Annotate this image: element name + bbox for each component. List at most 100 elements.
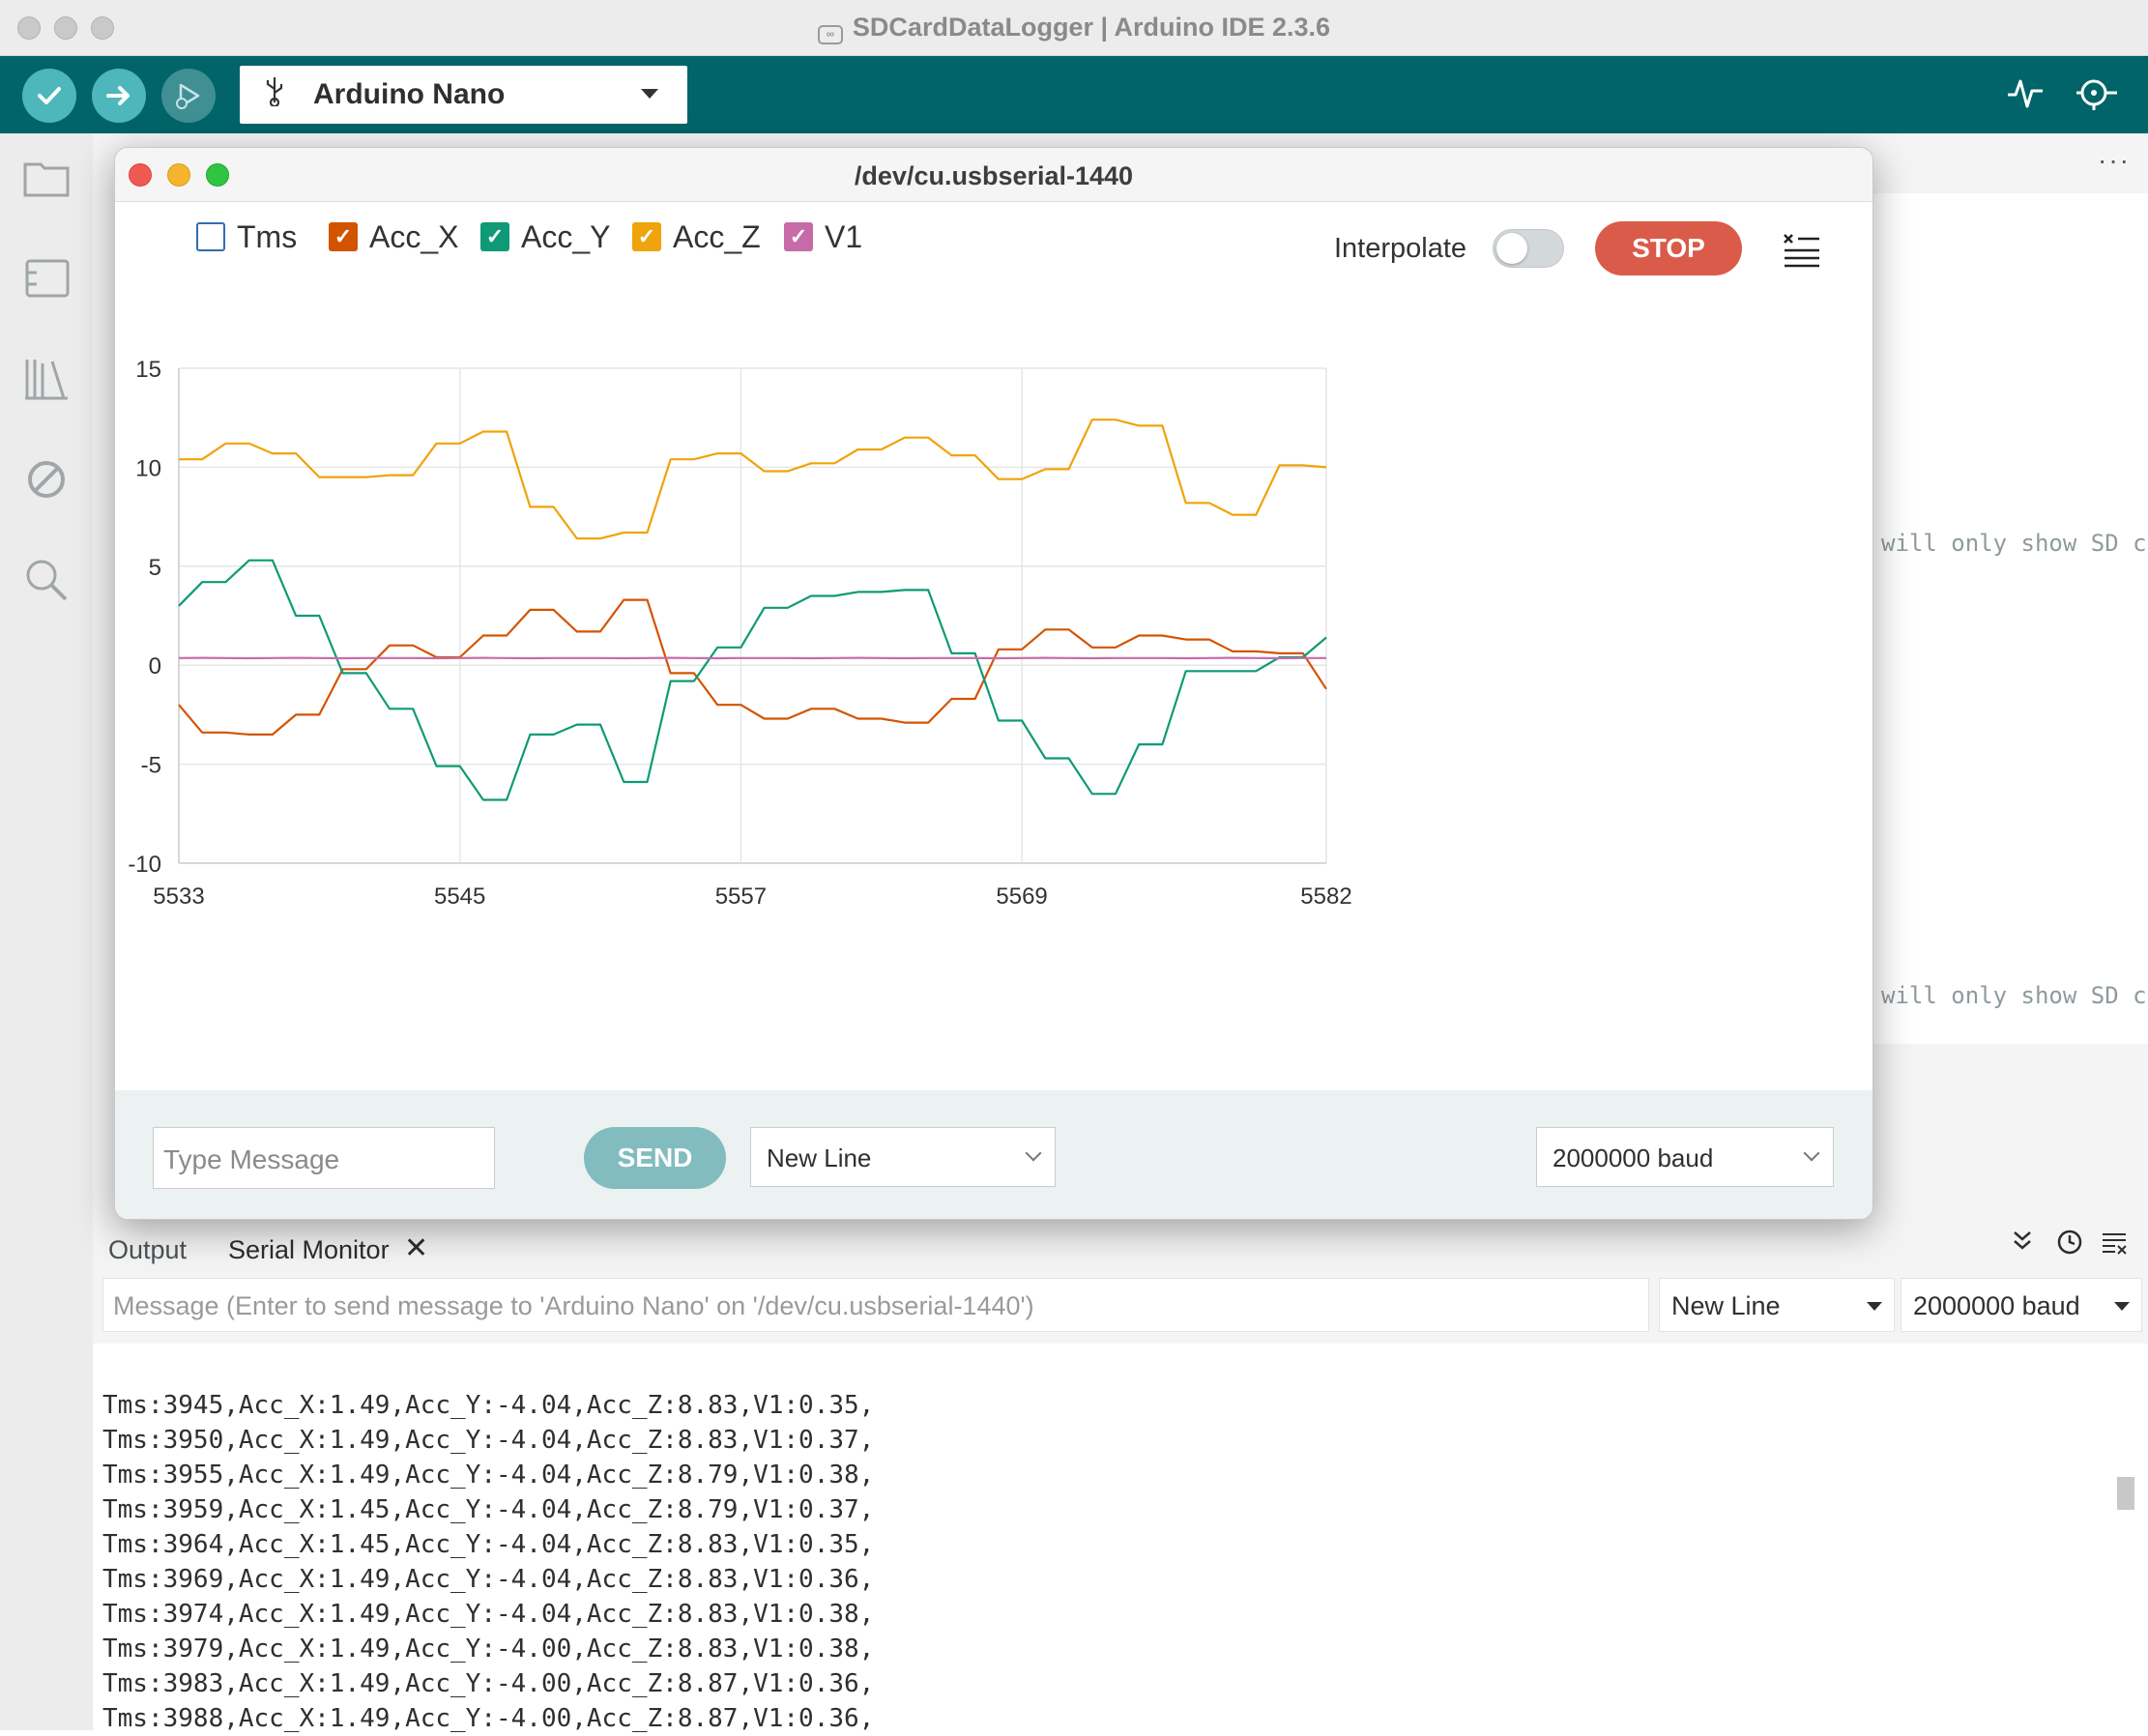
serial-output: Tms:3945,Acc_X:1.49,Acc_Y:-4.04,Acc_Z:8.…	[93, 1344, 2148, 1730]
legend-item-v1[interactable]: ✓ V1	[784, 217, 862, 256]
y-tick-label: 15	[135, 357, 161, 383]
search-icon[interactable]	[21, 555, 72, 605]
board-manager-icon[interactable]	[21, 253, 72, 304]
clear-list-icon	[1781, 229, 1821, 268]
legend-checkbox[interactable]: ✓	[480, 222, 509, 251]
double-chevron-down-icon	[2009, 1228, 2036, 1255]
baud-rate-value: 2000000 baud	[1553, 1143, 1713, 1172]
timestamp-button[interactable]	[2055, 1228, 2084, 1263]
log-line: Tms:3983,Acc_X:1.49,Acc_Y:-4.00,Acc_Z:8.…	[102, 1666, 874, 1701]
x-tick-label: 5557	[715, 883, 767, 910]
plotter-footer: Type Message SEND New Line 2000000 baud	[115, 1090, 1872, 1220]
toolbar: Arduino Nano	[0, 56, 2148, 133]
y-tick-label: -5	[141, 753, 161, 779]
legend-checkbox[interactable]: ✓	[632, 222, 661, 251]
close-tab-button[interactable]: ✕	[404, 1231, 428, 1265]
plotter-title: /dev/cu.usbserial-1440	[115, 161, 1872, 191]
plotter-message-input[interactable]: Type Message	[153, 1127, 495, 1189]
clear-output-icon	[2100, 1228, 2129, 1257]
serial-plotter-icon	[2006, 73, 2045, 112]
log-line: Tms:3945,Acc_X:1.49,Acc_Y:-4.04,Acc_Z:8.…	[102, 1388, 874, 1423]
board-name: Arduino Nano	[313, 78, 505, 111]
plot-chart: 151050-5-1055335545555755695582	[115, 293, 1873, 1085]
send-button[interactable]: SEND	[584, 1127, 726, 1189]
plotter-baud-select[interactable]: 2000000 baud	[1536, 1127, 1834, 1187]
interpolate-label: Interpolate	[1334, 233, 1466, 265]
autoscroll-button[interactable]	[2009, 1228, 2036, 1261]
clock-icon	[2055, 1228, 2084, 1257]
triangle-down-icon	[2114, 1302, 2130, 1311]
bottom-panel: Output Serial Monitor ✕ Message (Enter t…	[93, 1216, 2148, 1730]
baud-rate-select[interactable]: 2000000 baud	[1901, 1278, 2142, 1332]
x-tick-label: 5569	[996, 883, 1047, 910]
log-line: Tms:3955,Acc_X:1.49,Acc_Y:-4.04,Acc_Z:8.…	[102, 1458, 874, 1492]
legend-item-acc-y[interactable]: ✓ Acc_Y	[480, 217, 610, 256]
code-line: will only show SD c	[1881, 530, 2147, 557]
serial-output-lines: Tms:3945,Acc_X:1.49,Acc_Y:-4.04,Acc_Z:8.…	[102, 1388, 874, 1736]
tab-serial-monitor[interactable]: Serial Monitor	[228, 1235, 390, 1265]
log-line: Tms:3974,Acc_X:1.49,Acc_Y:-4.04,Acc_Z:8.…	[102, 1597, 874, 1632]
scrollbar[interactable]	[2117, 1477, 2134, 1510]
serial-plotter-window: /dev/cu.usbserial-1440 Tms ✓ Acc_X ✓ Acc…	[114, 147, 1873, 1220]
sketch-icon: ∞	[818, 25, 843, 44]
editor-more-button[interactable]: ···	[2098, 145, 2131, 176]
legend-label: Acc_X	[369, 219, 458, 255]
line-ending-value: New Line	[1671, 1291, 1781, 1320]
folder-icon[interactable]	[21, 153, 72, 203]
series-line-acc-x	[179, 600, 1326, 735]
library-icon[interactable]	[21, 354, 72, 404]
arrow-right-icon	[104, 81, 133, 110]
log-line: Tms:3964,Acc_X:1.45,Acc_Y:-4.04,Acc_Z:8.…	[102, 1527, 874, 1562]
serial-monitor-icon	[2075, 73, 2119, 112]
chevron-down-icon	[1804, 1145, 1820, 1162]
y-tick-label: -10	[128, 852, 161, 878]
plotter-titlebar: /dev/cu.usbserial-1440	[115, 148, 1872, 202]
y-tick-label: 10	[135, 455, 161, 481]
window-title-text: SDCardDataLogger | Arduino IDE 2.3.6	[853, 13, 1330, 42]
window-title: ∞ SDCardDataLogger | Arduino IDE 2.3.6	[0, 13, 2148, 44]
code-editor[interactable]	[1837, 193, 2148, 1044]
plotter-line-ending-select[interactable]: New Line	[750, 1127, 1056, 1187]
x-tick-label: 5545	[434, 883, 485, 910]
debug-button[interactable]	[161, 69, 216, 123]
tab-output[interactable]: Output	[108, 1235, 187, 1265]
board-selector[interactable]: Arduino Nano	[240, 66, 687, 124]
log-line: Tms:3969,Acc_X:1.49,Acc_Y:-4.04,Acc_Z:8.…	[102, 1562, 874, 1597]
clear-plot-button[interactable]	[1781, 229, 1821, 268]
legend-item-acc-x[interactable]: ✓ Acc_X	[329, 217, 458, 256]
toggle-knob	[1496, 233, 1527, 264]
series-line-acc-z	[179, 420, 1326, 538]
line-ending-value: New Line	[767, 1143, 871, 1172]
check-icon	[35, 81, 64, 110]
legend-label: Acc_Y	[521, 219, 610, 255]
baud-rate-value: 2000000 baud	[1913, 1291, 2080, 1320]
interpolate-toggle[interactable]	[1493, 229, 1564, 268]
legend-label: V1	[825, 219, 862, 255]
legend-item-tms[interactable]: Tms	[196, 217, 297, 256]
chevron-down-icon	[641, 89, 658, 99]
legend-label: Acc_Z	[673, 219, 761, 255]
legend-checkbox[interactable]	[196, 222, 225, 251]
debug-icon	[172, 79, 205, 112]
chevron-down-icon	[1026, 1145, 1042, 1162]
serial-message-input[interactable]: Message (Enter to send message to 'Ardui…	[102, 1278, 1649, 1332]
verify-button[interactable]	[22, 69, 76, 123]
serial-plotter-button[interactable]	[2006, 73, 2045, 117]
clear-output-button[interactable]	[2100, 1228, 2129, 1263]
serial-monitor-button[interactable]	[2075, 73, 2119, 117]
triangle-down-icon	[1867, 1302, 1882, 1311]
debug-disabled-icon[interactable]	[21, 454, 72, 505]
usb-icon	[263, 75, 292, 114]
stop-button[interactable]: STOP	[1595, 221, 1742, 275]
line-ending-select[interactable]: New Line	[1659, 1278, 1895, 1332]
log-line: Tms:3950,Acc_X:1.49,Acc_Y:-4.04,Acc_Z:8.…	[102, 1423, 874, 1458]
legend-item-acc-z[interactable]: ✓ Acc_Z	[632, 217, 761, 256]
legend-checkbox[interactable]: ✓	[329, 222, 358, 251]
log-line: Tms:3959,Acc_X:1.45,Acc_Y:-4.04,Acc_Z:8.…	[102, 1492, 874, 1527]
upload-button[interactable]	[92, 69, 146, 123]
x-tick-label: 5582	[1300, 883, 1351, 910]
code-line: will only show SD c	[1881, 982, 2147, 1009]
legend-checkbox[interactable]: ✓	[784, 222, 813, 251]
log-line: Tms:3979,Acc_X:1.49,Acc_Y:-4.00,Acc_Z:8.…	[102, 1632, 874, 1666]
x-tick-label: 5533	[153, 883, 204, 910]
